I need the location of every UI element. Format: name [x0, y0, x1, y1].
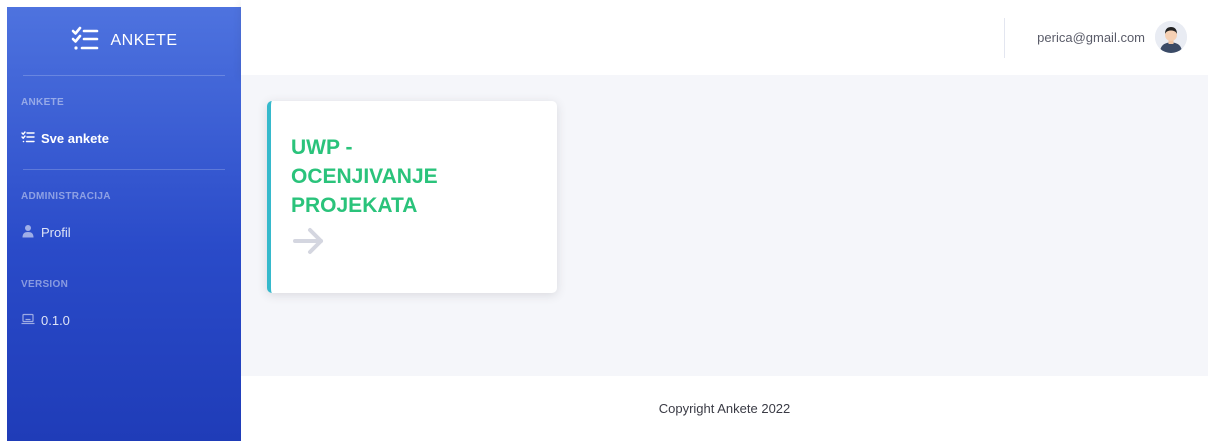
- sidebar: ANKETE ANKETE Sve ankete ADMINISTRACIJA …: [7, 7, 241, 441]
- user-icon: [21, 224, 35, 241]
- sidebar-heading-ankete: ANKETE: [21, 97, 64, 108]
- survey-card[interactable]: UWP - OCENJIVANJE PROJEKATA: [267, 101, 557, 293]
- sidebar-divider: [23, 75, 225, 76]
- sidebar-item-sve-ankete[interactable]: Sve ankete: [7, 130, 241, 147]
- sidebar-item-label: 0.1.0: [41, 313, 70, 328]
- survey-card-title[interactable]: UWP - OCENJIVANJE PROJEKATA: [291, 133, 491, 220]
- sidebar-item-profil[interactable]: Profil: [7, 224, 241, 241]
- laptop-icon: [21, 312, 35, 329]
- brand[interactable]: ANKETE: [7, 7, 241, 75]
- copyright-text: Copyright Ankete 2022: [658, 401, 791, 416]
- sidebar-item-label: Profil: [41, 225, 71, 240]
- brand-name: ANKETE: [110, 32, 178, 49]
- arrow-right-icon[interactable]: [291, 224, 329, 258]
- topbar: perica@gmail.com: [241, 0, 1208, 75]
- user-avatar[interactable]: [1155, 21, 1187, 53]
- sidebar-heading-version: VERSION: [21, 279, 69, 290]
- main-content: UWP - OCENJIVANJE PROJEKATA: [241, 75, 1208, 376]
- footer: Copyright Ankete 2022: [241, 376, 1208, 441]
- sidebar-item-version[interactable]: 0.1.0: [7, 312, 241, 329]
- sidebar-item-label: Sve ankete: [41, 131, 109, 146]
- user-email[interactable]: perica@gmail.com: [1037, 30, 1145, 45]
- sidebar-divider: [23, 169, 225, 170]
- list-check-icon: [70, 24, 100, 59]
- topbar-divider: [1004, 18, 1005, 58]
- sidebar-heading-administracija: ADMINISTRACIJA: [21, 191, 111, 202]
- list-check-icon: [21, 130, 35, 147]
